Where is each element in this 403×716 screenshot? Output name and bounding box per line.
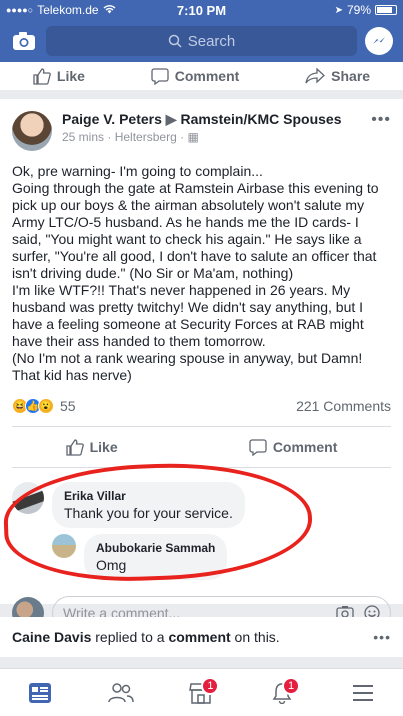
comment-label: Comment	[174, 68, 240, 84]
messenger-button[interactable]	[365, 27, 393, 55]
comment-count[interactable]: 221 Comments	[296, 398, 391, 414]
activity-user[interactable]: Caine Davis	[12, 629, 91, 645]
comment-bubble[interactable]: Erika Villar Thank you for your service.	[52, 482, 245, 528]
tab-menu[interactable]	[343, 673, 383, 713]
share-label: Share	[331, 68, 371, 84]
commenter-name[interactable]: Erika Villar	[64, 489, 233, 503]
post-comment-label: Comment	[272, 439, 338, 455]
like-button[interactable]: Like	[33, 67, 85, 85]
search-icon	[168, 34, 182, 48]
tab-marketplace[interactable]: 1	[181, 673, 221, 713]
comment-button[interactable]: Comment	[151, 67, 240, 85]
activity-card[interactable]: Caine Davis replied to a comment on this…	[0, 617, 403, 657]
notifications-badge: 1	[282, 676, 301, 695]
post-action-bar: Like Comment	[0, 427, 403, 467]
post-like-label: Like	[89, 439, 118, 455]
post-stats: 😆 👍 😮 55 221 Comments	[0, 398, 403, 414]
post-comment-button[interactable]: Comment	[249, 438, 338, 456]
location-icon: ➤	[334, 4, 343, 16]
tab-news-feed[interactable]	[20, 673, 60, 713]
comment-icon	[249, 438, 267, 456]
more-options-icon[interactable]: •••	[371, 111, 391, 151]
messenger-icon	[373, 37, 385, 44]
post-time[interactable]: 25 mins	[62, 130, 104, 144]
replier-name[interactable]: Abubokarie Sammah	[96, 541, 215, 555]
marketplace-badge: 1	[201, 676, 220, 695]
clock: 7:10 PM	[176, 2, 227, 18]
audience-icon: ▦	[187, 130, 199, 144]
carrier-label: Telekom.de	[37, 3, 99, 17]
previous-post-card: Like Comment Share	[0, 62, 403, 90]
post-location[interactable]: Heltersberg	[115, 130, 177, 144]
like-label: Like	[56, 68, 85, 84]
author-avatar[interactable]	[12, 111, 52, 151]
group-name[interactable]: Ramstein/KMC Spouses	[180, 111, 341, 127]
activity-text: Caine Davis replied to a comment on this…	[12, 629, 280, 645]
reply-bubble[interactable]: Abubokarie Sammah Omg	[84, 534, 228, 580]
reply-item: Abubokarie Sammah Omg	[52, 534, 391, 580]
post-author-line: Paige V. Peters ▶ Ramstein/KMC Spouses	[62, 111, 342, 128]
menu-icon	[352, 684, 373, 701]
bottom-tab-bar: 1 1	[0, 668, 403, 716]
activity-target[interactable]: comment	[168, 629, 230, 645]
wow-reaction-icon: 😮	[38, 398, 54, 414]
post-like-button[interactable]: Like	[65, 438, 118, 456]
signal-icon: ●●●●○	[6, 5, 34, 15]
commenter-avatar[interactable]	[12, 482, 44, 514]
comment-text: Thank you for your service.	[64, 505, 233, 521]
activity-end: on this.	[230, 629, 280, 645]
tab-notifications[interactable]: 1	[262, 673, 302, 713]
reaction-count: 55	[60, 398, 76, 414]
friends-icon	[108, 682, 134, 702]
arrow-right-icon: ▶	[165, 111, 177, 127]
reactions-summary[interactable]: 😆 👍 😮 55	[12, 398, 76, 414]
wifi-icon	[103, 3, 116, 17]
share-icon	[305, 68, 326, 84]
comment-item: Erika Villar Thank you for your service.	[12, 482, 391, 528]
news-feed-icon	[29, 682, 52, 703]
camera-icon	[13, 32, 35, 50]
comment-icon	[151, 67, 169, 85]
post-card: Paige V. Peters ▶ Ramstein/KMC Spouses 2…	[0, 99, 403, 630]
search-placeholder: Search	[187, 32, 236, 50]
reply-text: Omg	[96, 557, 127, 573]
post-meta: 25 mins · Heltersberg · ▦	[62, 130, 199, 144]
replier-avatar[interactable]	[52, 534, 76, 558]
battery-percent: 79%	[346, 3, 371, 17]
search-bar[interactable]: Search	[46, 26, 357, 56]
share-button[interactable]: Share	[305, 68, 370, 84]
camera-button[interactable]	[10, 27, 38, 55]
thumbs-up-icon	[65, 438, 84, 456]
thumbs-up-icon	[33, 67, 51, 85]
battery-icon	[375, 5, 397, 15]
post-body: Ok, pre warning- I'm going to complain..…	[12, 163, 379, 383]
top-bar: Search	[0, 20, 403, 62]
tab-friends[interactable]	[101, 673, 141, 713]
comments-section: Erika Villar Thank you for your service.…	[0, 458, 403, 586]
activity-middle: replied to a	[91, 629, 169, 645]
more-options-icon[interactable]: •••	[373, 629, 391, 645]
author-name[interactable]: Paige V. Peters	[62, 111, 162, 127]
status-bar: ●●●●○ Telekom.de 7:10 PM ➤ 79%	[0, 0, 403, 20]
